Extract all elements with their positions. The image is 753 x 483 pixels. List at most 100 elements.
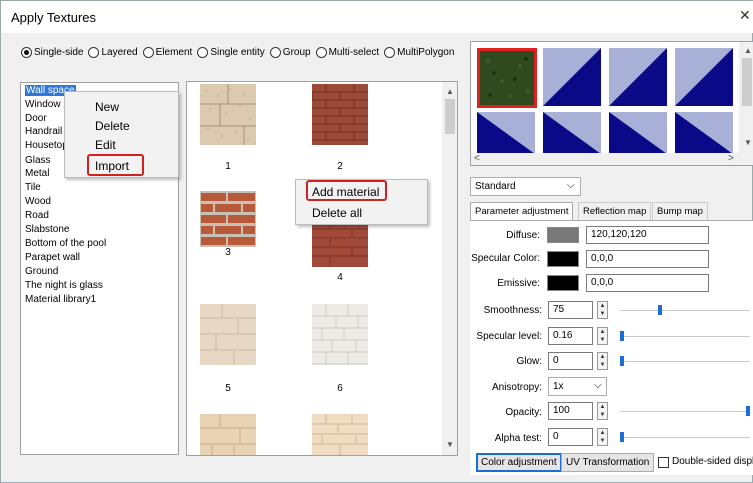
list-item[interactable]: Tile [25,182,41,193]
material-swatch[interactable] [543,112,601,154]
radio-multi-select[interactable]: Multi-select [315,47,379,58]
tab-reflection-map[interactable]: Reflection map [578,202,652,220]
thumbnail-label: 6 [337,383,343,394]
menu-item-new[interactable]: New [95,100,119,114]
texture-gallery[interactable]: 1 2 3 4 5 6 ▲ ▼ [186,81,458,456]
material-type-select[interactable]: Standard ⌵ [470,177,581,196]
radio-circle-icon[interactable] [315,47,327,58]
list-item[interactable]: Glass [25,155,51,166]
menu-item-edit[interactable]: Edit [95,138,116,152]
menu-item-delete-all[interactable]: Delete all [312,206,362,220]
preview-vscrollbar[interactable]: ▲ ▼ [739,42,753,165]
smoothness-field[interactable]: 75 [548,301,593,319]
alpha-test-spinner[interactable]: ▲ ▼ [597,428,608,446]
texture-thumbnail[interactable] [312,84,368,145]
radio-element[interactable]: Element [142,47,192,58]
material-swatch[interactable] [477,112,535,154]
list-item[interactable]: Slabstone [25,224,69,235]
texture-thumbnail[interactable] [200,191,256,252]
material-swatch[interactable] [675,112,733,154]
list-item[interactable]: Door [25,113,47,124]
texture-thumbnail[interactable] [200,84,256,145]
specular-level-field[interactable]: 0.16 [548,327,593,345]
material-swatch[interactable] [609,48,667,106]
list-item[interactable]: Handrail [25,126,62,137]
list-item[interactable]: Housetop [25,140,68,151]
texture-thumbnail[interactable] [200,304,256,365]
preview-hscrollbar[interactable]: < > [471,153,739,165]
tab-parameter-adjustment[interactable]: Parameter adjustment [470,202,574,221]
tab-bump-map[interactable]: Bump map [652,202,708,220]
list-item[interactable]: Metal [25,168,49,179]
radio-circle-icon[interactable] [384,47,396,58]
smoothness-spinner[interactable]: ▲ ▼ [597,301,608,319]
import-highlight [87,154,144,176]
radio-single-side[interactable]: Single-side [21,47,83,58]
glow-slider-thumb[interactable] [620,356,624,366]
scroll-down-icon[interactable]: ▼ [744,138,752,147]
specular-level-spinner[interactable]: ▲ ▼ [597,327,608,345]
list-item[interactable]: Bottom of the pool [25,238,106,249]
glow-slider-track[interactable] [620,361,750,362]
list-item[interactable]: Window [25,99,61,110]
specular-level-slider-track[interactable] [620,336,750,337]
alpha-test-field[interactable]: 0 [548,428,593,446]
glow-spinner[interactable]: ▲ ▼ [597,352,608,370]
smoothness-slider-thumb[interactable] [658,305,662,315]
list-item[interactable]: The night is glass [25,280,103,291]
alpha-test-slider-thumb[interactable] [620,432,624,442]
glow-field[interactable]: 0 [548,352,593,370]
radio-circle-icon[interactable] [142,47,154,58]
radio-circle-icon[interactable] [197,47,209,58]
material-swatch[interactable] [609,112,667,154]
material-swatch[interactable] [675,48,733,106]
emissive-value-field[interactable]: 0,0,0 [586,274,709,292]
close-icon[interactable]: ✕ [739,7,751,24]
scroll-up-icon[interactable]: ▲ [446,87,454,96]
color-adjustment-button[interactable]: Color adjustment [476,453,562,472]
anisotropy-select[interactable]: 1x ⌵ [548,377,607,396]
radio-multipolygon[interactable]: MultiPolygon [384,47,454,58]
list-item[interactable]: Wood [25,196,51,207]
material-swatch[interactable] [543,48,601,106]
material-swatch-selected[interactable] [477,48,537,108]
radio-circle-icon[interactable] [21,47,32,58]
alpha-test-slider-track[interactable] [620,437,750,438]
material-preview-strip[interactable]: < > ▲ ▼ [470,41,753,166]
list-item[interactable]: Road [25,210,49,221]
specular-color-swatch[interactable] [547,251,579,267]
opacity-spinner[interactable]: ▲ ▼ [597,402,608,420]
texture-thumbnail[interactable] [312,304,368,365]
specular-level-slider-thumb[interactable] [620,331,624,341]
opacity-slider-thumb[interactable] [746,406,750,416]
list-item[interactable]: Parapet wall [25,252,80,263]
scroll-down-icon[interactable]: ▼ [446,440,454,449]
scroll-thumb[interactable] [742,58,752,106]
diffuse-value-field[interactable]: 120,120,120 [586,226,709,244]
list-item[interactable]: Material library1 [25,294,96,305]
opacity-field[interactable]: 100 [548,402,593,420]
texture-thumbnail[interactable] [200,414,256,456]
radio-layered[interactable]: Layered [88,47,138,58]
radio-single-entity[interactable]: Single entity [197,47,265,58]
texture-thumbnail[interactable] [312,414,368,456]
scroll-right-icon[interactable]: > [728,153,734,164]
specular-color-field[interactable]: 0,0,0 [586,250,709,268]
double-sided-checkbox[interactable] [658,457,669,468]
radio-group[interactable]: Group [269,47,311,58]
uv-transformation-button[interactable]: UV Transformation [561,453,655,472]
radio-circle-icon[interactable] [269,47,281,58]
smoothness-slider-track[interactable] [620,310,750,311]
radio-circle-icon[interactable] [88,47,100,58]
diffuse-color-swatch[interactable] [547,227,579,243]
alpha-test-label: Alpha test: [494,433,542,444]
scroll-thumb[interactable] [445,99,455,134]
thumbnail-label: 4 [337,272,343,283]
scroll-left-icon[interactable]: < [474,153,480,164]
scroll-up-icon[interactable]: ▲ [744,46,752,55]
gallery-scrollbar[interactable]: ▲ ▼ [442,82,457,455]
list-item[interactable]: Ground [25,266,58,277]
menu-item-delete[interactable]: Delete [95,119,130,133]
emissive-color-swatch[interactable] [547,275,579,291]
opacity-slider-track[interactable] [620,411,750,412]
